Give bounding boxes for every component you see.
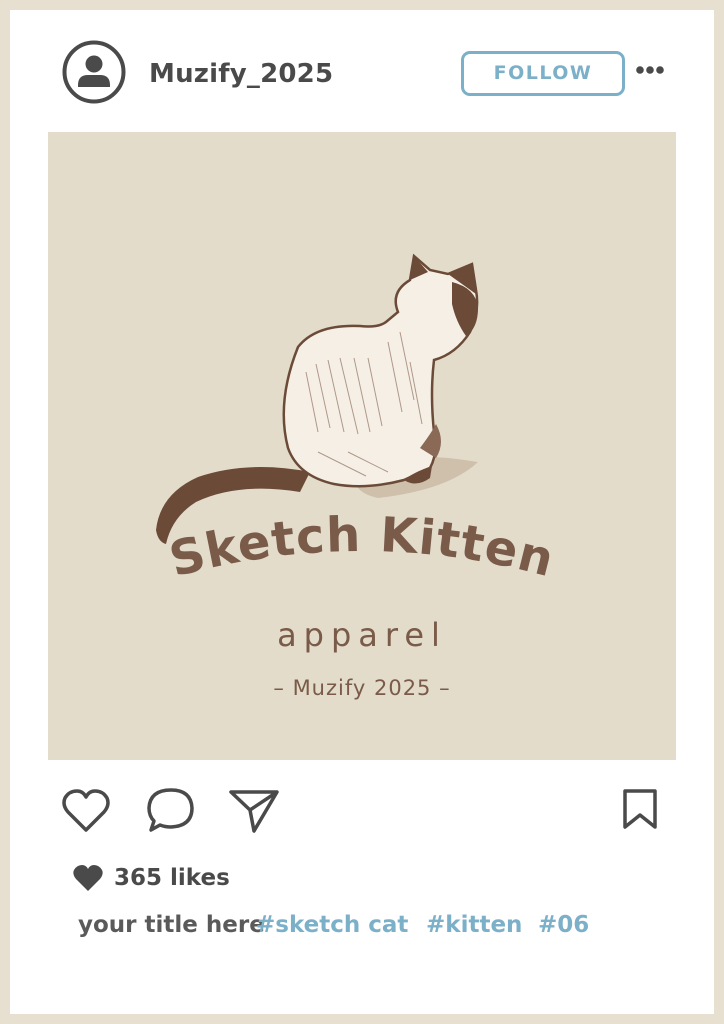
bookmark-button[interactable] — [620, 788, 660, 830]
heart-outline-icon — [62, 789, 110, 832]
hashtag-link[interactable]: #kitten — [426, 912, 522, 938]
user-avatar-icon — [62, 40, 126, 104]
likes-count: 365 likes — [114, 865, 230, 891]
more-options-button[interactable] — [634, 62, 666, 78]
follow-button[interactable]: FOLLOW — [461, 51, 625, 96]
like-button[interactable] — [60, 787, 112, 835]
post-card: Muzify_2025 FOLLOW Sketch Kitten apparel… — [10, 10, 714, 1014]
avatar[interactable] — [62, 40, 126, 104]
more-dots-icon — [636, 66, 664, 74]
heart-filled-icon — [73, 865, 103, 891]
brand-title: Sketch Kitten — [164, 507, 560, 589]
paper-plane-icon — [229, 790, 279, 833]
cat-illustration: Sketch Kitten — [156, 253, 560, 589]
caption-title: your title here — [78, 912, 265, 938]
comment-button[interactable] — [145, 786, 197, 834]
hashtag-link[interactable]: #06 — [538, 912, 589, 938]
bookmark-icon — [623, 789, 657, 829]
likes-row[interactable]: 365 likes — [72, 863, 230, 893]
hashtag-link[interactable]: #sketch cat — [256, 912, 408, 938]
brand-subtitle: apparel — [277, 616, 447, 654]
username[interactable]: Muzify_2025 — [149, 59, 333, 89]
post-image[interactable]: Sketch Kitten apparel – Muzify 2025 – — [48, 132, 676, 760]
brand-tag: – Muzify 2025 – — [273, 676, 451, 700]
comment-bubble-icon — [147, 788, 194, 832]
share-button[interactable] — [228, 786, 280, 834]
